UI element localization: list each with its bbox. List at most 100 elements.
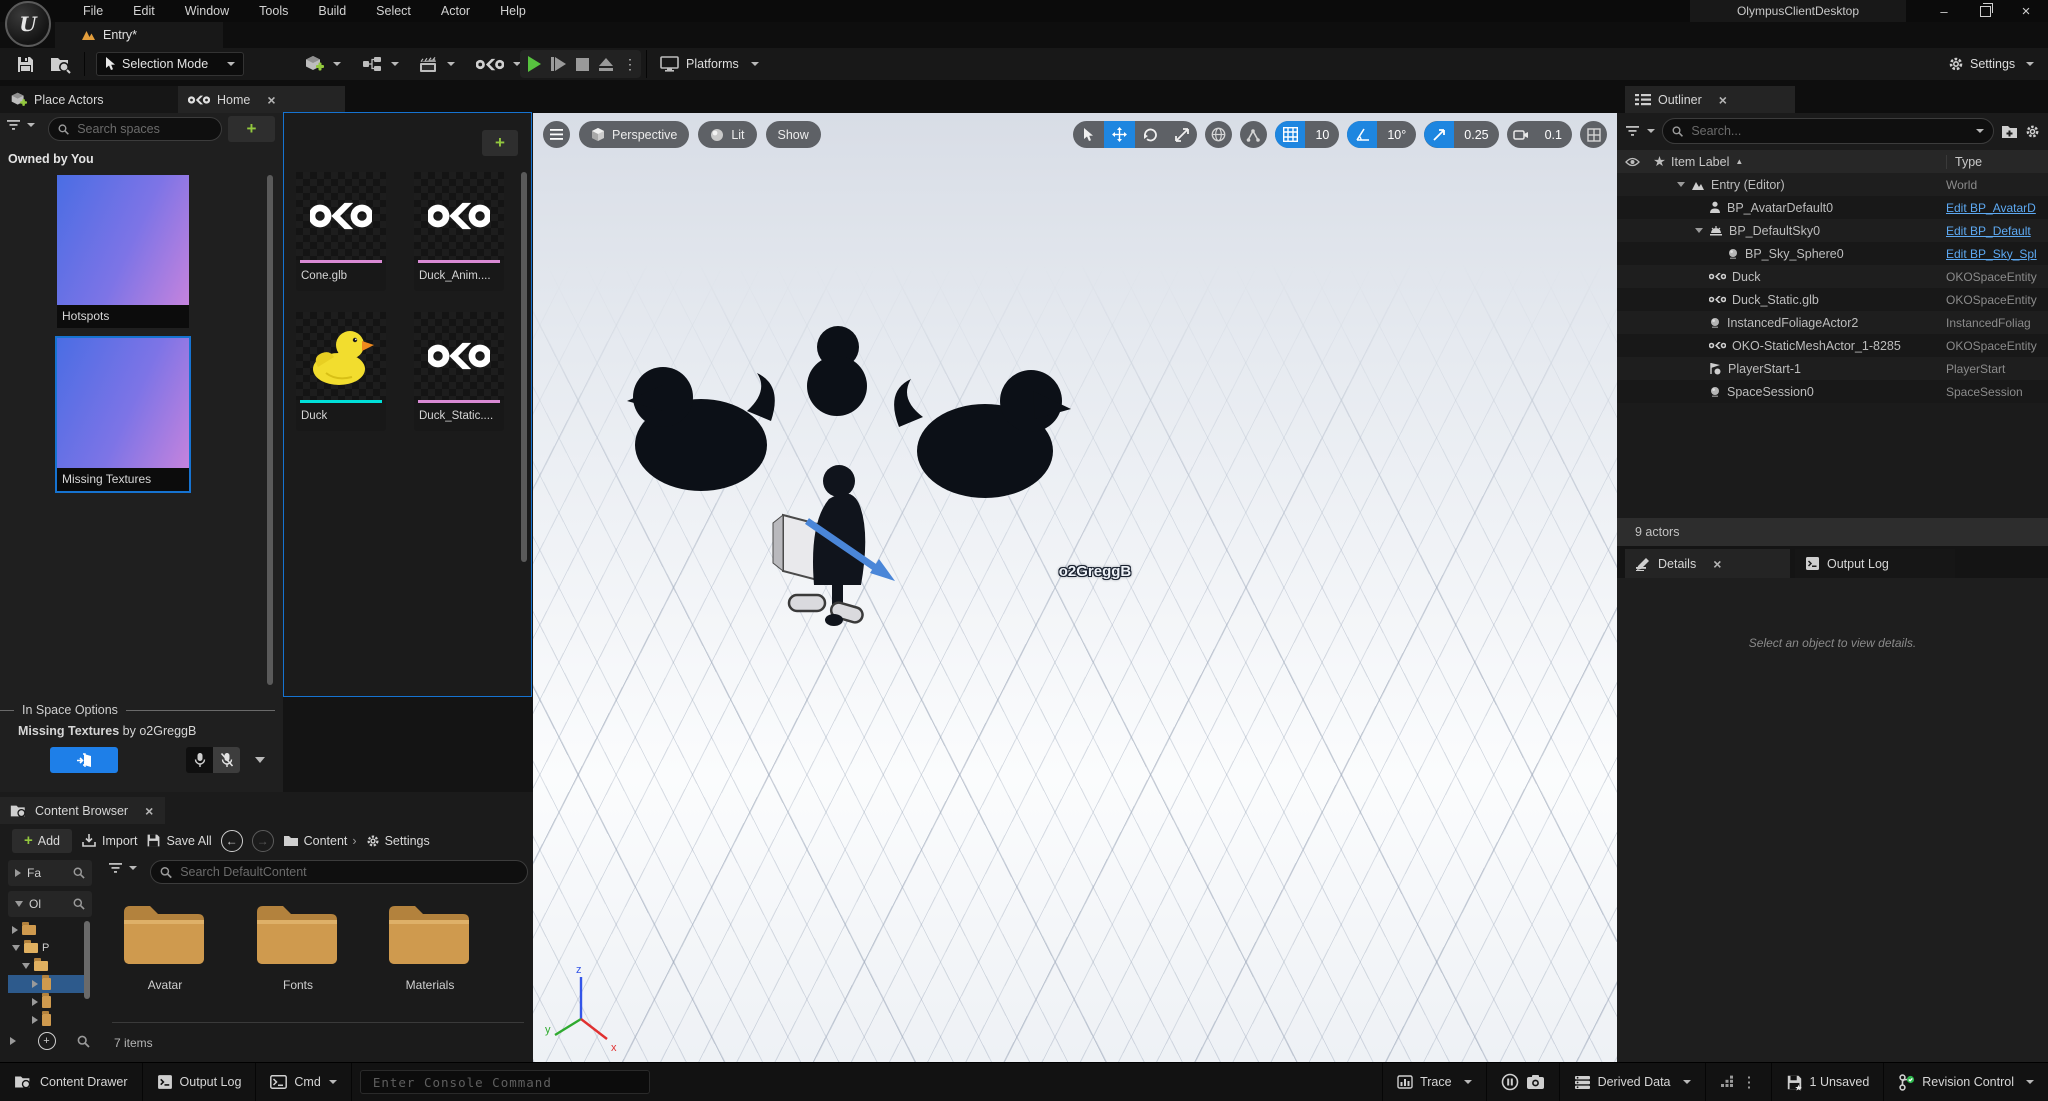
gear-icon[interactable] [2025,124,2040,139]
folder-avatar[interactable]: Avatar [120,898,210,992]
tab-place-actors[interactable]: Place Actors [0,86,178,113]
mic-muted-button[interactable] [213,747,240,773]
actor-type[interactable]: Edit BP_Sky_Spl [1946,247,2048,261]
menu-build[interactable]: Build [303,0,361,22]
expander-icon[interactable] [1695,228,1703,233]
play-button[interactable] [528,56,541,72]
tab-output-log[interactable]: Output Log [1795,549,1955,578]
resource-grid-icon[interactable] [1720,1075,1735,1090]
close-icon[interactable]: × [145,803,153,819]
cb-settings-button[interactable]: Settings [366,834,430,848]
settings-dropdown[interactable]: Settings [1948,52,2034,76]
add-asset-button[interactable]: + [482,130,518,156]
menu-edit[interactable]: Edit [118,0,170,22]
space-card[interactable]: Missing Textures [57,338,189,491]
favorite-column-star-icon[interactable] [1647,156,1671,167]
breadcrumb[interactable]: Content › [283,834,357,848]
add-button[interactable]: +Add [12,829,72,853]
forward-button[interactable]: → [252,830,274,852]
outliner-row[interactable]: BP_AvatarDefault0 Edit BP_AvatarD [1617,196,2048,219]
spaces-filter[interactable] [6,119,35,131]
scale-tool-button[interactable] [1166,121,1197,148]
assets-scrollbar[interactable] [521,172,527,562]
actor-type[interactable]: Edit BP_Default [1946,224,2048,238]
tree-item[interactable] [8,921,86,939]
restore-button[interactable] [1966,0,2004,22]
perspective-dropdown[interactable]: Perspective [579,121,689,148]
camera-speed-control[interactable]: 0.1 [1507,121,1572,148]
select-tool-button[interactable] [1073,121,1104,148]
screenshot-icon[interactable] [1526,1074,1545,1090]
oko-tools-dropdown[interactable] [476,52,521,76]
revision-control-dropdown[interactable]: Revision Control [1884,1063,2048,1101]
mic-on-button[interactable] [186,747,213,773]
menu-file[interactable]: File [68,0,118,22]
tree-item[interactable]: P [8,939,86,957]
spaces-search-input[interactable] [75,121,212,137]
visibility-column-eye-icon[interactable] [1617,157,1647,167]
menu-tools[interactable]: Tools [244,0,303,22]
menu-actor[interactable]: Actor [426,0,485,22]
tab-content-browser[interactable]: Content Browser × [0,797,165,824]
sources-collapsed[interactable]: Ol [8,891,92,917]
output-log-button[interactable]: Output Log [143,1063,257,1101]
cb-search[interactable] [150,860,528,884]
outliner-row[interactable]: BP_Sky_Sphere0 Edit BP_Sky_Spl [1617,242,2048,265]
grid-snap-control[interactable]: 10 [1275,121,1339,148]
asset-card[interactable]: Duck [296,312,386,431]
trace-dropdown[interactable]: Trace [1382,1063,1487,1101]
actor-type[interactable]: Edit BP_AvatarD [1946,201,2048,215]
viewport[interactable]: z y x o2GreggB Perspective Lit Show [533,113,1617,1062]
more-options-kebab-icon[interactable]: ⋮ [1742,1075,1757,1090]
show-dropdown[interactable]: Show [766,121,821,148]
lit-dropdown[interactable]: Lit [698,121,756,148]
tree-item-selected[interactable] [8,975,86,993]
surface-snapping-button[interactable] [1240,121,1267,148]
move-tool-button[interactable] [1104,121,1135,148]
frame-skip-button[interactable] [551,57,566,71]
close-button[interactable]: × [2007,0,2045,22]
space-card[interactable]: Hotspots [57,175,189,328]
tree-scrollbar[interactable] [84,921,90,999]
expander-icon[interactable] [10,1037,16,1045]
console-command-field[interactable] [360,1070,650,1094]
minimize-button[interactable]: – [1925,0,1963,22]
play-options-kebab-icon[interactable]: ⋮ [623,57,637,71]
expander-icon[interactable] [1677,182,1685,187]
add-space-button[interactable]: + [228,116,275,142]
unsaved-button[interactable]: 1 Unsaved [1772,1063,1885,1101]
cb-filter[interactable] [108,862,137,874]
eject-button[interactable] [599,58,613,71]
console-command-input[interactable] [371,1074,639,1091]
close-icon[interactable]: × [1713,556,1721,572]
blueprints-dropdown[interactable] [362,52,399,76]
cmd-dropdown[interactable]: Cmd [256,1063,351,1101]
stop-button[interactable] [576,58,589,71]
content-drawer-button[interactable]: Content Drawer [0,1063,143,1101]
item-label-column[interactable]: Item Label▲ [1671,155,1946,169]
tree-item[interactable] [8,993,86,1011]
outliner-row[interactable]: Entry (Editor) World [1617,173,2048,196]
asset-card[interactable]: Cone.glb [296,172,386,291]
pause-circle-icon[interactable] [1501,1073,1519,1091]
cb-search-input[interactable] [178,864,518,880]
outliner-row[interactable]: SpaceSession0 SpaceSession [1617,380,2048,403]
outliner-row[interactable]: PlayerStart-1 PlayerStart [1617,357,2048,380]
folder-materials[interactable]: Materials [385,898,475,992]
save-all-button[interactable]: Save All [146,833,211,848]
cinematics-dropdown[interactable] [418,52,455,76]
viewport-options-button[interactable] [543,121,570,148]
rotate-tool-button[interactable] [1135,121,1166,148]
favorites-collapsed[interactable]: Fa [8,860,92,886]
outliner-row[interactable]: Duck OKOSpaceEntity [1617,265,2048,288]
tab-home[interactable]: Home × [178,86,345,113]
back-button[interactable]: ← [221,830,243,852]
outliner-row[interactable]: InstancedFoliageActor2 InstancedFoliag [1617,311,2048,334]
asset-card[interactable]: Duck_Static.... [414,312,504,431]
derived-data-dropdown[interactable]: Derived Data [1560,1063,1706,1101]
rotation-snap-control[interactable]: 10° [1347,121,1416,148]
tab-outliner[interactable]: Outliner × [1625,86,1795,113]
platforms-dropdown[interactable]: Platforms [660,52,759,76]
menu-help[interactable]: Help [485,0,541,22]
menu-window[interactable]: Window [170,0,244,22]
